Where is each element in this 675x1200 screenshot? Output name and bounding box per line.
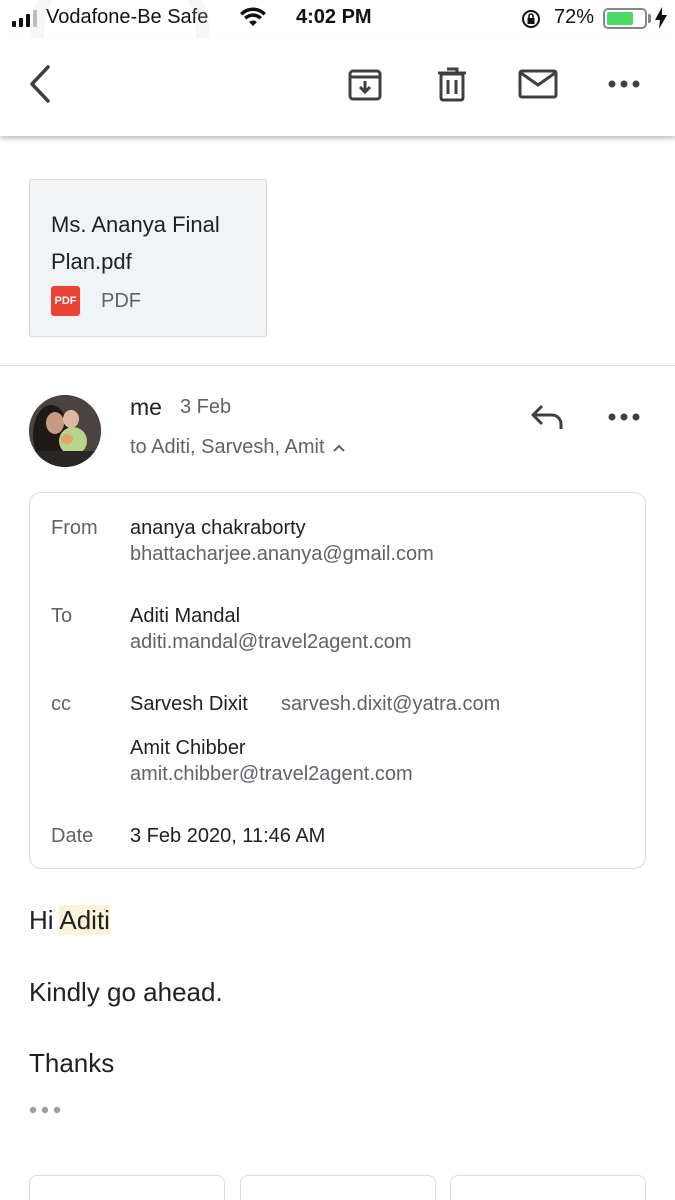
date-label: Date: [51, 825, 94, 847]
body-line-2: Thanks: [29, 1048, 115, 1078]
archive-button[interactable]: [343, 62, 387, 106]
more-options-button[interactable]: [602, 62, 646, 106]
cc-label: cc: [51, 693, 71, 715]
ellipsis-icon: [29, 1106, 61, 1114]
reply-all-action-button[interactable]: [240, 1175, 436, 1200]
delete-icon: [438, 67, 466, 102]
signal-icon: [12, 9, 37, 27]
battery-percent: 72%: [554, 6, 595, 28]
reply-icon: [531, 404, 563, 429]
more-icon: [608, 80, 640, 88]
show-trimmed-button[interactable]: [29, 1100, 65, 1120]
cc1-email[interactable]: sarvesh.dixit@yatra.com: [281, 693, 500, 716]
back-icon: [30, 65, 50, 103]
chevron-up-icon: [332, 444, 345, 452]
to-email[interactable]: aditi.mandal@travel2agent.com: [130, 631, 412, 654]
recipients-text: to Aditi, Sarvesh, Amit: [130, 436, 325, 458]
attachment-card[interactable]: Ms. Ananya Final Plan.pdf PDF PDF: [29, 179, 267, 337]
cc2-email[interactable]: amit.chibber@travel2agent.com: [130, 763, 413, 786]
date-value: 3 Feb 2020, 11:46 AM: [130, 825, 326, 847]
sender-name: me: [130, 394, 162, 420]
message-date: 3 Feb: [180, 396, 232, 418]
reply-button[interactable]: [526, 398, 568, 436]
charging-icon: [655, 7, 667, 35]
attachment-type: PDF: [101, 290, 141, 312]
rotation-lock-icon: [520, 8, 542, 36]
greeting-line: Hi Aditi: [29, 905, 110, 936]
more-icon: [608, 413, 640, 421]
mark-unread-button[interactable]: [516, 62, 560, 106]
from-label: From: [51, 517, 98, 539]
delete-button[interactable]: [430, 62, 474, 106]
forward-action-button[interactable]: [450, 1175, 646, 1200]
wifi-icon: [240, 7, 266, 33]
greeting-name[interactable]: Aditi: [59, 905, 110, 935]
divider: [0, 365, 675, 366]
status-bar: Vodafone-Be Safe 4:02 PM 72%: [0, 0, 675, 38]
pdf-icon: PDF: [51, 286, 80, 316]
avatar[interactable]: [29, 395, 101, 467]
carrier-name: Vodafone-Be Safe: [46, 6, 209, 28]
greeting: Hi: [29, 905, 54, 935]
message-more-button[interactable]: [602, 398, 646, 436]
body-line-1: Kindly go ahead.: [29, 977, 223, 1007]
to-label: To: [51, 605, 73, 627]
back-button[interactable]: [18, 62, 62, 106]
recipients-toggle[interactable]: to Aditi, Sarvesh, Amit: [130, 436, 345, 459]
reply-action-button[interactable]: [29, 1175, 225, 1200]
from-email[interactable]: bhattacharjee.ananya@gmail.com: [130, 543, 434, 566]
cc1-name: Sarvesh Dixit: [130, 693, 248, 715]
message-details: From ananya chakraborty bhattacharjee.an…: [29, 492, 646, 869]
from-name: ananya chakraborty: [130, 517, 306, 539]
battery-icon: [603, 8, 647, 29]
cc2-name: Amit Chibber: [130, 737, 246, 759]
archive-icon: [348, 69, 382, 101]
clock: 4:02 PM: [296, 6, 372, 28]
attachment-name: Ms. Ananya Final Plan.pdf: [51, 212, 220, 274]
mail-icon: [518, 69, 558, 99]
to-name: Aditi Mandal: [130, 605, 241, 627]
battery-cap: [648, 14, 651, 23]
toolbar: [0, 38, 675, 136]
